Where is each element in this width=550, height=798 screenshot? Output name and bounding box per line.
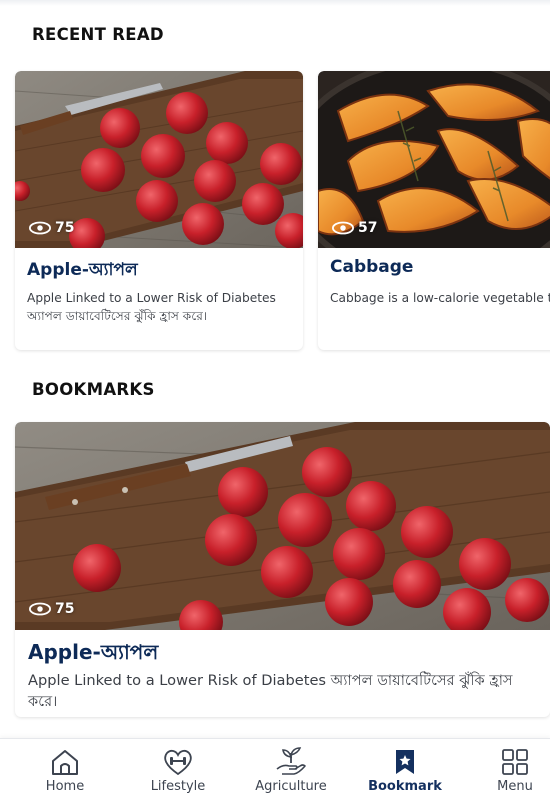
grid-icon	[498, 747, 532, 777]
hand-plant-icon	[274, 747, 308, 777]
nav-item-menu[interactable]: Menu	[490, 739, 540, 798]
nav-label-lifestyle: Lifestyle	[150, 779, 206, 794]
view-count: 57	[332, 220, 377, 236]
bookmarks-heading: BOOKMARKS	[32, 380, 155, 399]
view-count-value: 75	[55, 601, 75, 617]
apples-on-board-image: 75	[15, 71, 303, 248]
nav-label-menu: Menu	[497, 779, 533, 794]
article-title[interactable]: Apple-অ্যাপল	[27, 257, 138, 285]
nav-item-lifestyle[interactable]: Lifestyle	[140, 739, 216, 798]
nav-item-home[interactable]: Home	[40, 739, 90, 798]
view-count-value: 57	[358, 220, 378, 236]
eye-icon	[29, 602, 51, 616]
bookmark-star-icon	[388, 747, 422, 777]
top-divider	[0, 0, 550, 6]
view-count: 75	[29, 220, 74, 236]
roasted-squash-image: 57	[318, 71, 550, 248]
bottom-navigation: Home Lifestyle Agriculture Bookmark Menu	[0, 738, 550, 798]
eye-icon	[29, 221, 51, 235]
view-count: 75	[29, 601, 74, 617]
article-description: Apple Linked to a Lower Risk of Diabetes…	[28, 672, 513, 711]
view-count-value: 75	[55, 220, 75, 236]
article-title[interactable]: Cabbage	[330, 257, 413, 277]
article-title[interactable]: Apple-অ্যাপল	[28, 638, 158, 671]
nav-item-bookmark[interactable]: Bookmark	[362, 739, 448, 798]
eye-icon	[332, 221, 354, 235]
nav-label-bookmark: Bookmark	[368, 779, 442, 794]
apples-on-board-image: 75	[15, 422, 550, 630]
bookmarked-article-card[interactable]: 75 Apple-অ্যাপল Apple Linked to a Lower …	[15, 422, 550, 717]
heart-dumbbell-icon	[161, 747, 195, 777]
home-icon	[48, 747, 82, 777]
nav-label-home: Home	[45, 779, 85, 794]
article-description: Apple Linked to a Lower Risk of Diabetes…	[27, 291, 276, 323]
recent-article-card[interactable]: 57 Cabbage Cabbage is a low-calorie vege…	[318, 71, 550, 350]
nav-label-agriculture: Agriculture	[255, 779, 327, 794]
recent-article-card[interactable]: 75 Apple-অ্যাপল Apple Linked to a Lower …	[15, 71, 303, 350]
recent-read-heading: RECENT READ	[32, 25, 164, 44]
article-description: Cabbage is a low-calorie vegetable that …	[330, 291, 550, 305]
nav-item-agriculture[interactable]: Agriculture	[243, 739, 339, 798]
